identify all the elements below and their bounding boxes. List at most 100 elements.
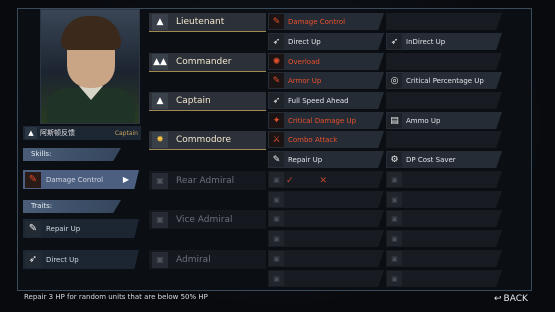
lock-icon: ▣ <box>269 251 284 266</box>
back-arrow-icon: ↩ <box>494 294 502 304</box>
skill-label: Critical Percentage Up <box>406 76 484 85</box>
rank-lieutenant[interactable]: ▲ Lieutenant <box>149 13 266 32</box>
star-burst-icon: ✸ <box>152 132 168 148</box>
rank-label: Vice Admiral <box>176 214 233 225</box>
star-icon: ✦ <box>269 113 284 128</box>
officer-rank-tag: Captain <box>114 129 138 137</box>
locked-slot: ▣ <box>386 171 502 188</box>
swords-icon: ⚔ <box>269 132 284 147</box>
skill-overload[interactable]: ✺ Overload <box>268 53 384 70</box>
skill-label: Overload <box>288 57 320 66</box>
skill-slot-empty <box>386 13 502 30</box>
check-mark-icon: ✓ <box>286 176 320 186</box>
skill-indirect-up[interactable]: ➶ InDirect Up <box>386 33 502 50</box>
missile-icon: ➶ <box>25 251 41 268</box>
rank-rear-admiral[interactable]: ▣ Rear Admiral <box>149 171 266 190</box>
officer-name-bar: ▲ 阿斯顿反馈 Captain <box>23 126 141 140</box>
unavailable-marks: ✓✕ <box>286 176 353 186</box>
locked-slot: ▣ <box>386 270 502 287</box>
lock-icon: ▣ <box>387 211 402 226</box>
cursor-pointer-icon: ▶ <box>122 175 129 184</box>
skill-damage-control[interactable]: ✎ Damage Control <box>268 13 384 30</box>
wrench-icon: ✎ <box>269 14 284 29</box>
wrench-icon: ✎ <box>269 152 284 167</box>
wrench-icon: ✎ <box>25 171 41 188</box>
skill-label: Damage Control <box>288 17 346 26</box>
lock-icon: ▣ <box>269 231 284 246</box>
back-button[interactable]: ↩ BACK <box>494 294 528 304</box>
gear-icon: ⚙ <box>387 152 402 167</box>
skill-slot-label: Damage Control <box>46 175 104 184</box>
missile-icon: ➶ <box>269 34 284 49</box>
lock-icon: ▣ <box>269 192 284 207</box>
skill-ammo-up[interactable]: ▤ Ammo Up <box>386 112 502 129</box>
locked-slot: ▣ <box>386 210 502 227</box>
skills-header: Skills: <box>23 148 121 161</box>
skill-slot-damage-control[interactable]: ✎ Damage Control ▶ <box>23 170 139 189</box>
skill-label: Ammo Up <box>406 116 441 125</box>
lock-icon: ▣ <box>269 211 284 226</box>
trait-slot-repair-up[interactable]: ✎ Repair Up <box>23 219 139 238</box>
skill-label: Armor Up <box>288 76 322 85</box>
skill-label: DP Cost Saver <box>406 155 456 164</box>
rank-label: Rear Admiral <box>176 175 235 186</box>
trait-slot-direct-up[interactable]: ➶ Direct Up <box>23 250 139 269</box>
rank-label: Lieutenant <box>176 17 225 27</box>
lock-icon: ▣ <box>387 231 402 246</box>
locked-slot: ▣ <box>268 191 384 208</box>
target-icon: ◎ <box>387 73 402 88</box>
lock-icon: ▣ <box>152 172 168 189</box>
skill-label: Repair Up <box>288 155 323 164</box>
locked-slot: ▣ <box>386 230 502 247</box>
skill-combo-attack[interactable]: ⚔ Combo Attack <box>268 131 384 148</box>
lock-icon: ▣ <box>269 271 284 286</box>
skill-critical-damage-up[interactable]: ✦ Critical Damage Up <box>268 112 384 129</box>
skill-label: Full Speed Ahead <box>288 96 349 105</box>
ammo-icon: ▤ <box>387 113 402 128</box>
skill-dp-cost-saver[interactable]: ⚙ DP Cost Saver <box>386 151 502 168</box>
rank-captain[interactable]: ▲ Captain <box>149 92 266 111</box>
skill-label: Critical Damage Up <box>288 116 357 125</box>
skill-direct-up[interactable]: ➶ Direct Up <box>268 33 384 50</box>
rank-label: Commander <box>176 57 232 67</box>
locked-slot: ▣ <box>268 210 384 227</box>
locked-slot: ▣ <box>268 230 384 247</box>
rank-label: Commodore <box>176 135 232 145</box>
one-chevron-icon: ▲ <box>152 14 168 30</box>
rank-label: Captain <box>176 96 211 106</box>
skill-description: Repair 3 HP for random units that are be… <box>24 293 208 301</box>
lock-icon: ▣ <box>269 172 284 187</box>
three-chevron-icon: ▲ <box>152 93 168 109</box>
skill-critical-percentage-up[interactable]: ◎ Critical Percentage Up <box>386 72 502 89</box>
skill-label: Direct Up <box>288 37 321 46</box>
officer-name: 阿斯顿反馈 <box>40 129 75 137</box>
rank-vice-admiral[interactable]: ▣ Vice Admiral <box>149 210 266 229</box>
lock-icon: ▣ <box>387 172 402 187</box>
missile-icon: ➶ <box>269 93 284 108</box>
portrait-hair <box>61 16 121 50</box>
rank-commander[interactable]: ▲▲ Commander <box>149 53 266 72</box>
rank-commodore[interactable]: ✸ Commodore <box>149 131 266 150</box>
back-label: BACK <box>503 294 528 304</box>
skill-full-speed-ahead[interactable]: ➶ Full Speed Ahead <box>268 92 384 109</box>
rank-admiral[interactable]: ▣ Admiral <box>149 250 266 269</box>
wrench-icon: ✎ <box>269 73 284 88</box>
trait-slot-label: Direct Up <box>46 255 79 264</box>
lock-icon: ▣ <box>387 251 402 266</box>
lock-icon: ▣ <box>387 271 402 286</box>
skill-repair-up[interactable]: ✎ Repair Up <box>268 151 384 168</box>
skill-label: InDirect Up <box>406 37 446 46</box>
lock-icon: ▣ <box>387 192 402 207</box>
cross-mark-icon: ✕ <box>319 176 354 186</box>
locked-slot: ▣ <box>268 270 384 287</box>
rank-label: Admiral <box>176 254 211 265</box>
skill-slot-empty <box>386 131 502 148</box>
officer-portrait <box>40 9 140 124</box>
missile-icon: ➶ <box>387 34 402 49</box>
traits-header: Traits: <box>23 200 121 213</box>
trait-slot-label: Repair Up <box>46 224 81 233</box>
lock-icon: ▣ <box>152 251 168 268</box>
skill-label: Combo Attack <box>288 135 338 144</box>
skill-armor-up[interactable]: ✎ Armor Up <box>268 72 384 89</box>
skill-slot-empty <box>386 92 502 109</box>
